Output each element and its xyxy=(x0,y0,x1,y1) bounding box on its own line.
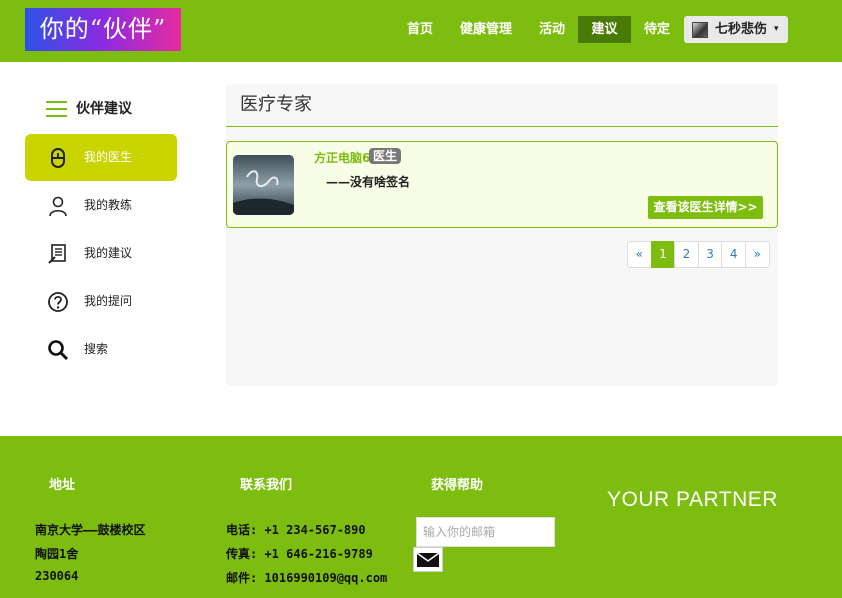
footer-address-line: 南京大学——鼓楼校区 xyxy=(35,523,146,537)
user-avatar xyxy=(692,22,708,38)
coach-icon xyxy=(49,196,67,217)
nav-pending[interactable]: 待定 xyxy=(637,16,677,43)
footer-address-heading: 地址 xyxy=(49,478,76,493)
footer-contact-heading: 联系我们 xyxy=(240,478,293,493)
pagination-next[interactable]: » xyxy=(744,241,770,268)
search-icon xyxy=(48,340,69,361)
footer-address-line: 230064 xyxy=(35,569,79,583)
user-menu-button[interactable]: 七秒悲伤 ▾ xyxy=(684,16,788,43)
pagination-page-3[interactable]: 3 xyxy=(697,241,723,268)
advice-icon xyxy=(48,244,66,264)
pagination-prev[interactable]: « xyxy=(627,241,652,268)
pagination-page-2[interactable]: 2 xyxy=(674,241,699,268)
newsletter-submit-button[interactable] xyxy=(413,547,443,572)
page-title: 医疗专家 xyxy=(240,94,312,115)
question-icon xyxy=(48,292,68,312)
doctor-badge: 医生 xyxy=(369,148,402,164)
doctor-name-link[interactable]: 方正电脑6 xyxy=(314,149,370,166)
view-doctor-details-button[interactable]: 查看该医生详情>> xyxy=(648,196,763,219)
sidebar-item-my-questions[interactable]: 我的提问 xyxy=(25,278,177,325)
nav-home[interactable]: 首页 xyxy=(400,16,440,43)
pagination-page-1[interactable]: 1 xyxy=(650,241,676,268)
pagination-page-4[interactable]: 4 xyxy=(721,241,746,268)
footer-brand: YOUR PARTNER xyxy=(607,488,778,511)
sidebar-item-label: 我的建议 xyxy=(84,246,133,260)
top-header: 你的“伙伴” 首页 健康管理 活动 建议 待定 七秒悲伤 ▾ xyxy=(0,0,842,62)
sidebar-item-label: 我的医生 xyxy=(84,150,133,164)
nav-activities[interactable]: 活动 xyxy=(532,16,572,43)
sidebar-item-label: 搜索 xyxy=(84,342,109,356)
pagination: « 1 2 3 4 » xyxy=(627,241,770,268)
sidebar-item-my-advice[interactable]: 我的建议 xyxy=(25,230,177,277)
chevron-down-icon: ▾ xyxy=(774,24,779,34)
sidebar-item-my-coach[interactable]: 我的教练 xyxy=(25,182,177,229)
nav-health-management[interactable]: 健康管理 xyxy=(453,16,519,43)
doctor-icon xyxy=(51,148,65,168)
user-name: 七秒悲伤 xyxy=(715,22,768,37)
sidebar-item-my-doctor[interactable]: 我的医生 xyxy=(25,134,177,181)
site-logo[interactable]: 你的“伙伴” xyxy=(25,8,181,51)
footer-email[interactable]: 邮件: 1016990109@qq.com xyxy=(226,569,387,586)
menu-icon xyxy=(46,101,67,117)
nav-suggestions[interactable]: 建议 xyxy=(578,16,631,43)
sidebar-item-label: 我的教练 xyxy=(84,198,133,212)
footer-address-line: 陶园1舍 xyxy=(35,547,79,561)
doctor-avatar[interactable] xyxy=(233,155,294,215)
footer-fax: 传真: +1 646-216-9789 xyxy=(226,547,373,561)
title-divider xyxy=(226,126,778,127)
footer-help-heading: 获得帮助 xyxy=(431,478,484,493)
sidebar-title-text: 伙伴建议 xyxy=(76,101,132,117)
sidebar-item-label: 我的提问 xyxy=(84,294,133,308)
doctor-signature: ——没有啥签名 xyxy=(326,175,411,189)
newsletter-email-input[interactable]: 输入你的邮箱 xyxy=(416,517,555,547)
footer-phone: 电话: +1 234-567-890 xyxy=(226,523,366,537)
main-panel xyxy=(226,84,778,386)
sidebar-item-search[interactable]: 搜索 xyxy=(25,326,177,373)
mail-icon xyxy=(416,552,440,567)
